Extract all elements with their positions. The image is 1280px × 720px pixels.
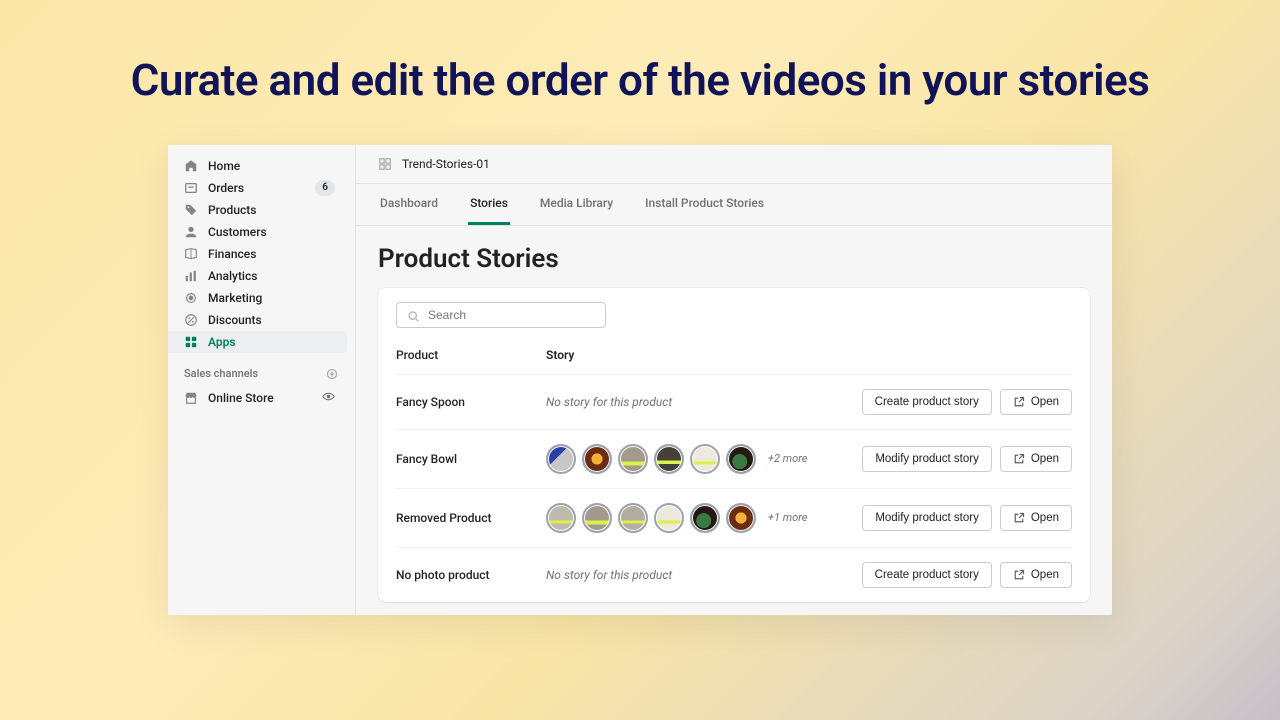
main-area: Trend-Stories-01 Dashboard Stories Media… — [356, 145, 1112, 615]
product-name: Fancy Spoon — [396, 395, 546, 409]
row-actions: Create product story Open — [862, 389, 1072, 415]
sidebar-item-label: Products — [208, 203, 335, 217]
product-name: No photo product — [396, 568, 546, 582]
row-actions: Modify product story Open — [862, 446, 1072, 472]
empty-story-text: No story for this product — [546, 395, 672, 409]
story-cell: +1 more — [546, 503, 862, 533]
sidebar-item-label: Analytics — [208, 269, 335, 283]
page-title: Product Stories — [378, 244, 1090, 274]
more-count: +1 more — [768, 511, 807, 524]
stories-card: Product Story Fancy SpoonNo story for th… — [378, 288, 1090, 602]
tab-media-library[interactable]: Media Library — [538, 184, 615, 225]
empty-story-text: No story for this product — [546, 568, 672, 582]
create-product-story-button[interactable]: Create product story — [862, 562, 992, 588]
sidebar-item-home[interactable]: Home — [168, 155, 347, 177]
sidebar-item-label: Home — [208, 159, 335, 173]
search-input[interactable] — [428, 308, 595, 322]
sidebar-item-label: Customers — [208, 225, 335, 239]
story-thumbnail[interactable] — [654, 503, 684, 533]
story-thumbnail[interactable] — [654, 444, 684, 474]
add-channel-icon[interactable] — [325, 367, 339, 381]
story-thumbnail[interactable] — [690, 503, 720, 533]
story-thumbnail[interactable] — [546, 444, 576, 474]
open-button[interactable]: Open — [1000, 389, 1072, 415]
story-thumbnail[interactable] — [582, 444, 612, 474]
sidebar-item-label: Discounts — [208, 313, 335, 327]
app-icon — [378, 157, 392, 171]
search-field[interactable] — [396, 302, 606, 328]
open-button[interactable]: Open — [1000, 446, 1072, 472]
modify-product-story-button[interactable]: Modify product story — [862, 505, 992, 531]
sales-channels-heading: Sales channels — [168, 353, 355, 387]
table-row: Fancy SpoonNo story for this product Crea… — [396, 374, 1072, 429]
sidebar-item-online-store[interactable]: Online Store — [168, 387, 347, 409]
table-row: Removed Product +1 more Modify product sto… — [396, 488, 1072, 547]
sidebar-item-discounts[interactable]: Discounts — [168, 309, 347, 331]
sidebar-item-label: Online Store — [208, 391, 312, 405]
story-cell: +2 more — [546, 444, 862, 474]
story-thumbnail[interactable] — [618, 503, 648, 533]
sidebar-item-label: Finances — [208, 247, 335, 261]
table-row: Fancy Bowl +2 more Modify product story Ope… — [396, 429, 1072, 488]
tab-dashboard[interactable]: Dashboard — [378, 184, 440, 225]
sales-channels-label: Sales channels — [184, 367, 258, 380]
sidebar-item-marketing[interactable]: Marketing — [168, 287, 347, 309]
story-thumbnail[interactable] — [618, 444, 648, 474]
apps-icon — [184, 335, 198, 349]
analytics-icon — [184, 269, 198, 283]
story-cell: No story for this product — [546, 395, 862, 409]
customers-icon — [184, 225, 198, 239]
sidebar-item-label: Apps — [208, 335, 335, 349]
story-thumbnail[interactable] — [726, 503, 756, 533]
app-window: Home Orders 6 Products Customers Finance… — [168, 145, 1112, 615]
sidebar-item-products[interactable]: Products — [168, 199, 347, 221]
product-table: Product Story Fancy SpoonNo story for th… — [396, 338, 1072, 602]
table-row: No photo productNo story for this produc… — [396, 547, 1072, 602]
open-button[interactable]: Open — [1000, 505, 1072, 531]
sidebar-item-label: Marketing — [208, 291, 335, 305]
products-icon — [184, 203, 198, 217]
sidebar-item-finances[interactable]: Finances — [168, 243, 347, 265]
search-icon — [407, 308, 420, 321]
eye-icon[interactable] — [322, 390, 335, 406]
create-product-story-button[interactable]: Create product story — [862, 389, 992, 415]
tab-install-product-stories[interactable]: Install Product Stories — [643, 184, 766, 225]
story-thumbnail[interactable] — [726, 444, 756, 474]
orders-badge: 6 — [315, 180, 335, 196]
more-count: +2 more — [768, 452, 807, 465]
marketing-icon — [184, 291, 198, 305]
row-actions: Modify product story Open — [862, 505, 1072, 531]
modify-product-story-button[interactable]: Modify product story — [862, 446, 992, 472]
tab-bar: Dashboard Stories Media Library Install … — [356, 184, 1112, 226]
breadcrumb: Trend-Stories-01 — [356, 145, 1112, 184]
sidebar: Home Orders 6 Products Customers Finance… — [168, 145, 356, 615]
story-cell: No story for this product — [546, 568, 862, 582]
home-icon — [184, 159, 198, 173]
col-header-product: Product — [396, 348, 546, 362]
sidebar-item-label: Orders — [208, 181, 305, 195]
product-name: Fancy Bowl — [396, 452, 546, 466]
sidebar-item-orders[interactable]: Orders 6 — [168, 177, 347, 199]
col-header-story: Story — [546, 348, 1072, 362]
story-thumbnail[interactable] — [690, 444, 720, 474]
sidebar-item-customers[interactable]: Customers — [168, 221, 347, 243]
content: Product Stories Product Story Fancy Spoo… — [356, 226, 1112, 615]
discounts-icon — [184, 313, 198, 327]
orders-icon — [184, 181, 198, 195]
store-icon — [184, 391, 198, 405]
row-actions: Create product story Open — [862, 562, 1072, 588]
sidebar-item-analytics[interactable]: Analytics — [168, 265, 347, 287]
story-thumbnail[interactable] — [582, 503, 612, 533]
table-header: Product Story — [396, 338, 1072, 374]
sidebar-item-apps[interactable]: Apps — [168, 331, 347, 353]
finances-icon — [184, 247, 198, 261]
tab-stories[interactable]: Stories — [468, 184, 510, 225]
story-thumbnail[interactable] — [546, 503, 576, 533]
product-name: Removed Product — [396, 511, 546, 525]
promo-headline: Curate and edit the order of the videos … — [131, 54, 1150, 107]
open-button[interactable]: Open — [1000, 562, 1072, 588]
breadcrumb-label: Trend-Stories-01 — [402, 157, 490, 171]
